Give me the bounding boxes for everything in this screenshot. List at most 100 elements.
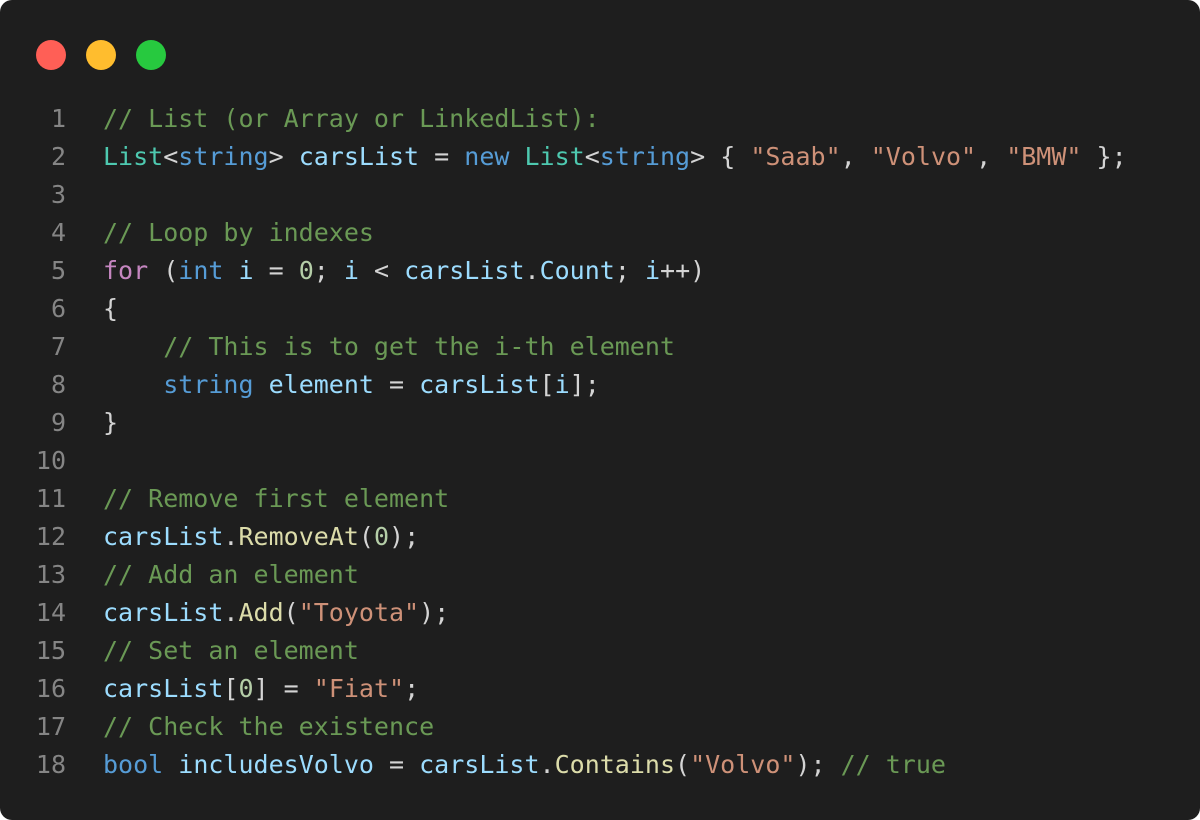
code-token-comment: // Check the existence <box>103 712 435 741</box>
code-token-plain: ( <box>358 522 374 551</box>
code-token-plain: ] = <box>253 674 314 703</box>
line-code: carsList[0] = "Fiat"; <box>103 670 419 708</box>
code-token-comment: // Add an element <box>103 560 359 589</box>
code-line: 16 carsList[0] = "Fiat"; <box>0 670 1127 708</box>
code-token-comment: // List (or Array or LinkedList): <box>103 104 600 133</box>
code-line: 5 for (int i = 0; i < carsList.Count; i++… <box>0 252 1127 290</box>
line-number: 4 <box>50 218 66 247</box>
line-code: carsList.Add("Toyota"); <box>103 594 449 632</box>
code-token-plain: , <box>840 142 871 171</box>
code-line: 15 // Set an element <box>0 632 1127 670</box>
code-token-plain: > <box>268 142 299 171</box>
code-token-plain: = <box>373 370 420 399</box>
line-number: 5 <box>50 256 66 285</box>
code-token-variable: carsList <box>298 142 420 171</box>
line-number: 8 <box>50 370 66 399</box>
code-token-keyword: string <box>178 142 269 171</box>
line-number: 2 <box>50 142 66 171</box>
code-window: 1 // List (or Array or LinkedList): 2 List <… <box>0 0 1200 820</box>
code-token-plain: < <box>163 142 179 171</box>
line-code: // Set an element <box>103 632 359 670</box>
code-token-keyword: int <box>178 256 224 285</box>
code-token-variable: carsList <box>103 674 224 703</box>
code-line: 1 // List (or Array or LinkedList): <box>0 100 1127 138</box>
code-token-number: 0 <box>238 674 254 703</box>
maximize-button[interactable] <box>136 40 166 70</box>
line-number: 6 <box>50 294 66 323</box>
code-token-plain: . <box>223 522 239 551</box>
code-token-string: "Volvo" <box>690 750 796 779</box>
code-token-plain: < <box>358 256 405 285</box>
code-token-control: for <box>103 256 149 285</box>
code-token-variable: Count <box>539 256 615 285</box>
code-token-type: List <box>524 142 585 171</box>
code-token-comment: // This is to get the i-th element <box>163 332 675 361</box>
code-token-plain: ; <box>404 674 420 703</box>
code-line: 4 // Loop by indexes <box>0 214 1127 252</box>
code-line: 7 // This is to get the i-th element <box>0 328 1127 366</box>
line-number: 9 <box>50 408 66 437</box>
code-token-keyword: new <box>464 142 510 171</box>
line-number: 10 <box>35 446 66 475</box>
code-token-plain: ( <box>283 598 299 627</box>
code-token-string: "Volvo" <box>870 142 977 171</box>
code-token-keyword: string <box>163 370 254 399</box>
code-token-variable: includesVolvo <box>178 750 374 779</box>
code-token-string: "BMW" <box>1006 142 1082 171</box>
code-token-variable: element <box>268 370 374 399</box>
code-token-plain: ; <box>313 256 344 285</box>
line-number: 17 <box>35 712 66 741</box>
code-line: 14 carsList.Add("Toyota"); <box>0 594 1127 632</box>
line-number: 1 <box>50 104 66 133</box>
code-line: 3 <box>0 176 1127 214</box>
code-token-plain: ( <box>148 256 179 285</box>
line-number: 3 <box>50 180 66 209</box>
minimize-button[interactable] <box>86 40 116 70</box>
code-token-variable: carsList <box>419 750 540 779</box>
code-block: 1 // List (or Array or LinkedList): 2 List <… <box>0 100 1127 784</box>
line-number: 11 <box>35 484 66 513</box>
line-number: 12 <box>35 522 66 551</box>
line-code: // This is to get the i-th element <box>103 328 675 366</box>
code-line: 10 <box>0 442 1127 480</box>
code-line: 11 // Remove first element <box>0 480 1127 518</box>
code-token-plain: > { <box>690 142 751 171</box>
code-token-plain: [ <box>539 370 555 399</box>
code-token-function: Add <box>238 598 284 627</box>
code-token-plain: ( <box>675 750 691 779</box>
code-token-plain: ++) <box>660 256 706 285</box>
code-token-plain: , <box>976 142 1007 171</box>
code-line: 2 List<string> carsList = new List<string… <box>0 138 1127 176</box>
close-button[interactable] <box>36 40 66 70</box>
line-code: } <box>103 404 118 442</box>
code-token-plain: = <box>373 750 420 779</box>
code-token-variable: i <box>554 370 570 399</box>
line-code: bool includesVolvo = carsList.Contains("… <box>103 746 946 784</box>
code-token-comment: // true <box>840 750 946 779</box>
line-number: 7 <box>50 332 66 361</box>
code-token-comment: // Set an element <box>103 636 359 665</box>
line-number: 13 <box>35 560 66 589</box>
code-token-variable: carsList <box>419 370 540 399</box>
code-token-plain: ); <box>795 750 841 779</box>
code-token-plain: ; <box>614 256 645 285</box>
line-number: 14 <box>35 598 66 627</box>
code-token-string: "Saab" <box>750 142 841 171</box>
line-code: // List (or Array or LinkedList): <box>103 100 600 138</box>
line-number: 15 <box>35 636 66 665</box>
code-token-variable: i <box>644 256 661 285</box>
code-token-string: "Fiat" <box>313 674 405 703</box>
code-line: 12 carsList.RemoveAt(0); <box>0 518 1127 556</box>
code-token-keyword: bool <box>103 750 164 779</box>
line-code: { <box>103 290 118 328</box>
line-number: 18 <box>35 750 66 779</box>
code-line: 17 // Check the existence <box>0 708 1127 746</box>
line-code: // Add an element <box>103 556 359 594</box>
line-code: // Check the existence <box>103 708 434 746</box>
code-token-plain: } <box>103 408 119 437</box>
